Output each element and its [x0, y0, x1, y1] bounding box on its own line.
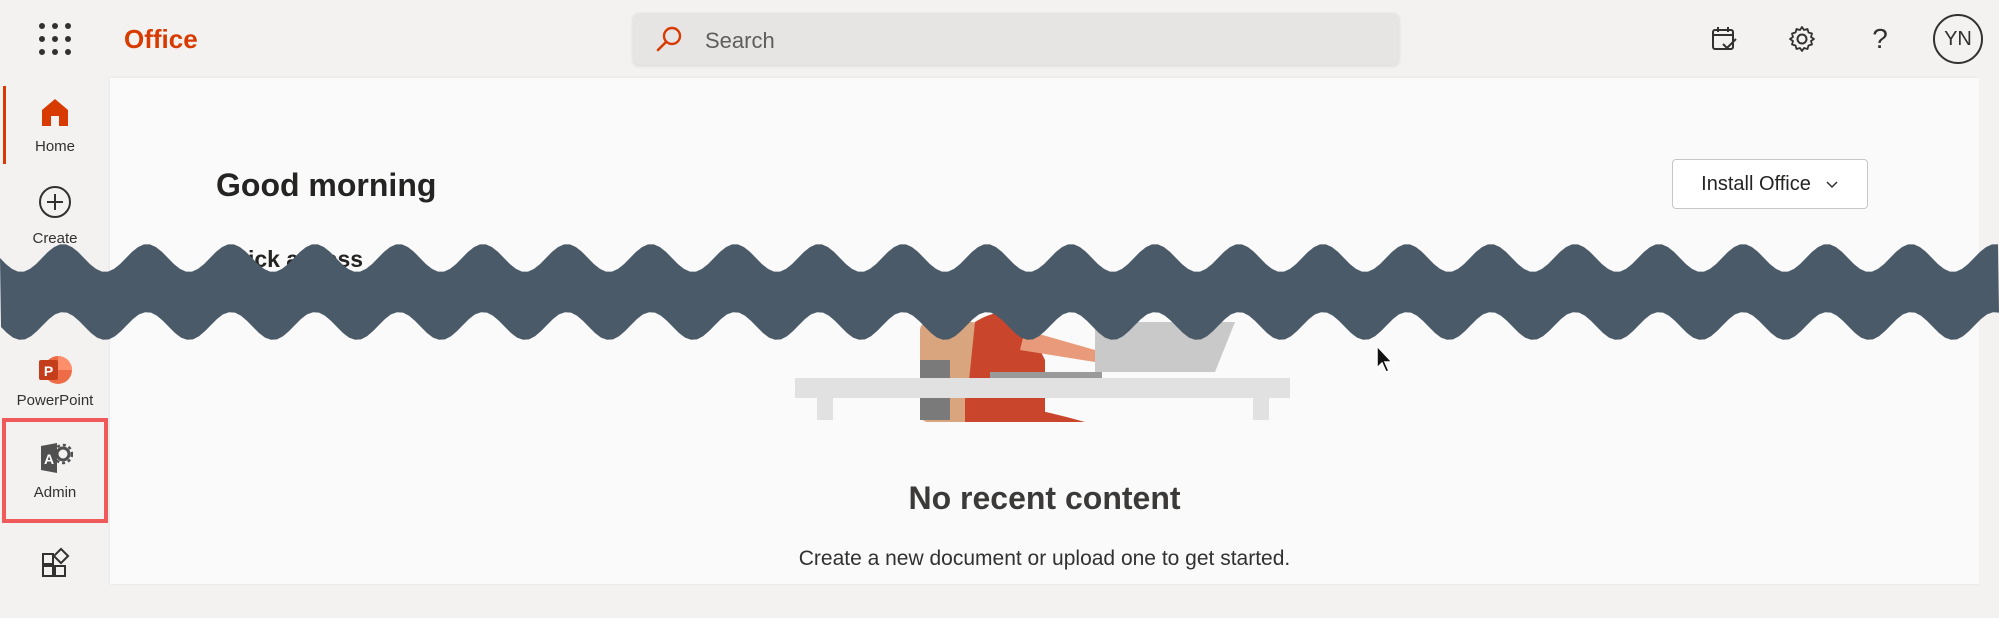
- office-brand[interactable]: Office: [124, 24, 198, 55]
- search-placeholder: Search: [705, 28, 775, 53]
- admin-icon: A: [41, 443, 73, 473]
- home-icon: [42, 99, 68, 126]
- install-office-button[interactable]: Install Office: [1672, 159, 1868, 209]
- settings-gear-icon[interactable]: [1784, 21, 1820, 57]
- search-icon: [656, 26, 682, 52]
- top-bar: Office Search ? YN: [0, 0, 1999, 78]
- rail-item-home[interactable]: Home: [0, 86, 110, 164]
- svg-text:A: A: [44, 451, 54, 467]
- search-box[interactable]: Search: [633, 13, 1399, 65]
- rail-label-home: Home: [34, 138, 75, 155]
- mouse-cursor-icon: [1376, 344, 1394, 373]
- svg-text:P: P: [44, 363, 53, 379]
- app-launcher-icon[interactable]: [38, 22, 72, 56]
- greeting-heading: Good morning: [216, 167, 437, 203]
- create-plus-icon: [39, 186, 71, 218]
- empty-state-subtitle: Create a new document or upload one to g…: [798, 547, 1291, 570]
- user-avatar[interactable]: YN: [1933, 14, 1983, 64]
- rail-item-powerpoint[interactable]: P PowerPoint: [0, 346, 110, 424]
- chevron-down-icon: [1826, 181, 1838, 189]
- rail-label-powerpoint: PowerPoint: [16, 392, 94, 409]
- empty-state-title: No recent content: [908, 480, 1181, 516]
- help-icon[interactable]: ?: [1862, 21, 1898, 57]
- wavy-divider-overlay: [0, 244, 1999, 340]
- powerpoint-icon: P: [39, 356, 72, 384]
- my-day-icon[interactable]: [1706, 21, 1742, 57]
- install-office-label: Install Office: [1701, 172, 1811, 195]
